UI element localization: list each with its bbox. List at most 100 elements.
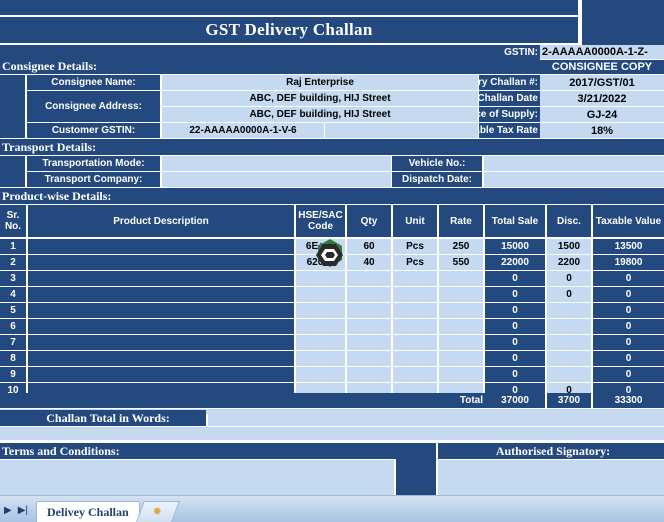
cell-desc-row-6[interactable]	[28, 319, 294, 334]
cell-desc-row-2[interactable]	[28, 255, 294, 270]
cell-qty-row-5[interactable]	[347, 303, 391, 318]
cell-qty-row-8[interactable]	[347, 351, 391, 366]
cell-total-sale-row-2[interactable]: 22000	[485, 255, 545, 270]
authorised-signatory-value[interactable]	[438, 460, 664, 495]
cell-rate-row-8[interactable]	[439, 351, 483, 366]
cell-taxable-row-9[interactable]: 0	[593, 367, 664, 382]
cell-hsn-row-6[interactable]	[296, 319, 345, 334]
customer-gstin-value[interactable]: 22-AAAAA0000A-1-V-6	[162, 123, 324, 138]
cell-desc-row-9[interactable]	[28, 367, 294, 382]
challan-total-words-value[interactable]	[208, 410, 664, 426]
cell-total-sale-row-7[interactable]: 0	[485, 335, 545, 350]
cell-qty-row-6[interactable]	[347, 319, 391, 334]
cell-hsn-row-9[interactable]	[296, 367, 345, 382]
cell-desc-row-7[interactable]	[28, 335, 294, 350]
transportation-mode-value[interactable]	[162, 156, 391, 171]
cell-sr-row-6[interactable]: 6	[0, 319, 26, 334]
cell-hsn-row-4[interactable]	[296, 287, 345, 302]
cell-hsn-row-8[interactable]	[296, 351, 345, 366]
cell-total-sale-row-6[interactable]: 0	[485, 319, 545, 334]
cell-desc-row-4[interactable]	[28, 287, 294, 302]
cell-sr-row-2[interactable]: 2	[0, 255, 26, 270]
place-of-supply-value[interactable]: GJ-24	[540, 107, 664, 122]
cell-unit-row-8[interactable]	[393, 351, 437, 366]
cell-qty-row-1[interactable]: 60	[347, 239, 391, 254]
new-sheet-tab-button[interactable]: ✸	[135, 501, 180, 522]
cell-sr-row-3[interactable]: 3	[0, 271, 26, 286]
cell-hsn-row-5[interactable]	[296, 303, 345, 318]
cell-unit-row-7[interactable]	[393, 335, 437, 350]
cell-unit-row-4[interactable]	[393, 287, 437, 302]
cell-desc-row-8[interactable]	[28, 351, 294, 366]
consignee-name-value[interactable]: Raj Enterprise	[162, 75, 478, 90]
cell-sr-row-9[interactable]: 9	[0, 367, 26, 382]
cell-total-sale-row-5[interactable]: 0	[485, 303, 545, 318]
cell-taxable-row-4[interactable]: 0	[593, 287, 664, 302]
cell-total-sale-row-3[interactable]: 0	[485, 271, 545, 286]
cell-unit-row-3[interactable]	[393, 271, 437, 286]
cell-qty-row-3[interactable]	[347, 271, 391, 286]
applicable-tax-rate-value[interactable]: 18%	[540, 123, 664, 138]
cell-unit-row-1[interactable]: Pcs	[393, 239, 437, 254]
cell-rate-row-7[interactable]	[439, 335, 483, 350]
cell-taxable-row-5[interactable]: 0	[593, 303, 664, 318]
cell-disc-row-3[interactable]: 0	[547, 271, 591, 286]
next-sheet-arrow-icon[interactable]: ▶	[4, 506, 12, 516]
cell-rate-row-1[interactable]: 250	[439, 239, 483, 254]
cell-disc-row-2[interactable]: 2200	[547, 255, 591, 270]
terms-and-conditions-value[interactable]	[0, 460, 394, 495]
cell-total-sale-row-8[interactable]: 0	[485, 351, 545, 366]
vehicle-no-value[interactable]	[484, 156, 664, 171]
cell-rate-row-9[interactable]	[439, 367, 483, 382]
delivery-challan-no-value[interactable]: 2017/GST/01	[540, 75, 664, 90]
cell-hsn-row-2[interactable]: 62000	[296, 255, 345, 270]
cell-disc-row-5[interactable]	[547, 303, 591, 318]
cell-taxable-row-8[interactable]: 0	[593, 351, 664, 366]
cell-rate-row-5[interactable]	[439, 303, 483, 318]
cell-qty-row-9[interactable]	[347, 367, 391, 382]
cell-sr-row-1[interactable]: 1	[0, 239, 26, 254]
cell-rate-row-4[interactable]	[439, 287, 483, 302]
cell-hsn-row-1[interactable]: 6E+07	[296, 239, 345, 254]
delivery-challan-date-value[interactable]: 3/21/2022	[540, 91, 664, 106]
cell-sr-row-8[interactable]: 8	[0, 351, 26, 366]
transport-company-value[interactable]	[162, 172, 391, 187]
cell-desc-row-3[interactable]	[28, 271, 294, 286]
cell-unit-row-2[interactable]: Pcs	[393, 255, 437, 270]
cell-hsn-row-3[interactable]	[296, 271, 345, 286]
cell-taxable-row-7[interactable]: 0	[593, 335, 664, 350]
gstin-value[interactable]: 2-AAAAA0000A-1-Z-	[540, 45, 664, 59]
cell-taxable-row-6[interactable]: 0	[593, 319, 664, 334]
last-sheet-arrow-icon[interactable]: ▶|	[18, 506, 28, 516]
cell-taxable-row-2[interactable]: 19800	[593, 255, 664, 270]
cell-taxable-row-3[interactable]: 0	[593, 271, 664, 286]
cell-disc-row-7[interactable]	[547, 335, 591, 350]
cell-hsn-row-7[interactable]	[296, 335, 345, 350]
sheet-tab-delivery-challan[interactable]: Delivey Challan	[36, 501, 140, 522]
cell-qty-row-4[interactable]	[347, 287, 391, 302]
cell-disc-row-6[interactable]	[547, 319, 591, 334]
cell-disc-row-9[interactable]	[547, 367, 591, 382]
cell-sr-row-7[interactable]: 7	[0, 335, 26, 350]
cell-qty-row-7[interactable]	[347, 335, 391, 350]
cell-qty-row-2[interactable]: 40	[347, 255, 391, 270]
cell-rate-row-6[interactable]	[439, 319, 483, 334]
cell-desc-row-1[interactable]	[28, 239, 294, 254]
cell-total-sale-row-9[interactable]: 0	[485, 367, 545, 382]
cell-desc-row-5[interactable]	[28, 303, 294, 318]
consignee-address-line1[interactable]: ABC, DEF building, HIJ Street	[162, 91, 478, 106]
cell-unit-row-5[interactable]	[393, 303, 437, 318]
cell-rate-row-3[interactable]	[439, 271, 483, 286]
cell-total-sale-row-1[interactable]: 15000	[485, 239, 545, 254]
cell-taxable-row-1[interactable]: 13500	[593, 239, 664, 254]
cell-unit-row-6[interactable]	[393, 319, 437, 334]
cell-sr-row-4[interactable]: 4	[0, 287, 26, 302]
cell-unit-row-9[interactable]	[393, 367, 437, 382]
consignee-address-line2[interactable]: ABC, DEF building, HIJ Street	[162, 107, 478, 122]
cell-total-sale-row-4[interactable]: 0	[485, 287, 545, 302]
cell-disc-row-8[interactable]	[547, 351, 591, 366]
cell-disc-row-4[interactable]: 0	[547, 287, 591, 302]
cell-sr-row-5[interactable]: 5	[0, 303, 26, 318]
cell-rate-row-2[interactable]: 550	[439, 255, 483, 270]
cell-disc-row-1[interactable]: 1500	[547, 239, 591, 254]
